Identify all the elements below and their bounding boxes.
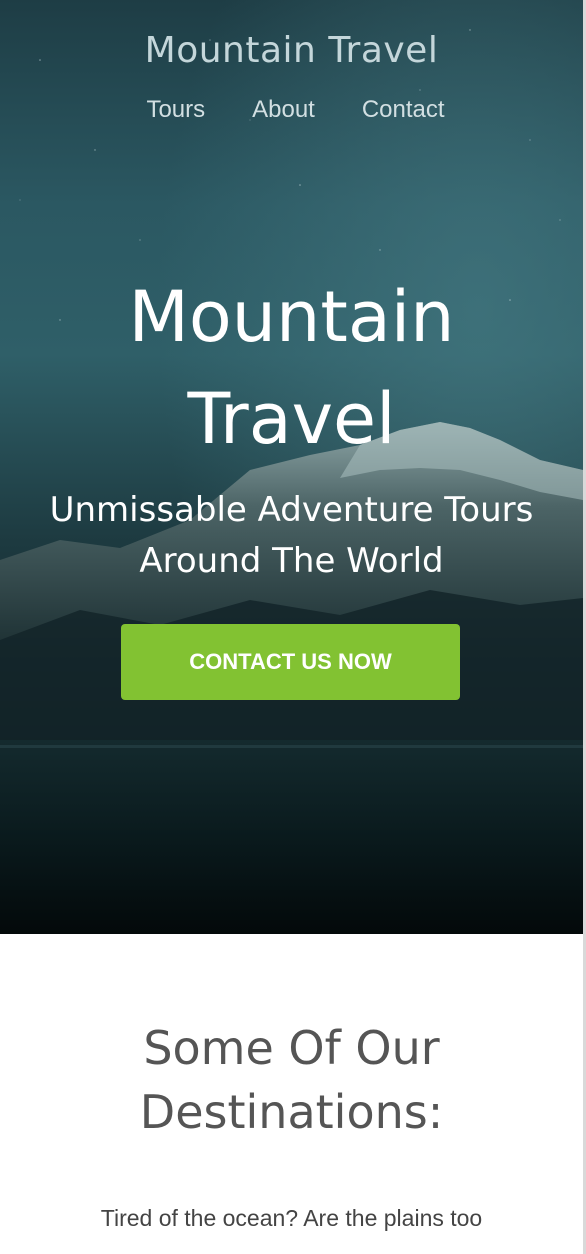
- hero-title-line1: Mountain: [128, 276, 455, 358]
- destinations-heading: Some Of Our Destinations:: [0, 1016, 583, 1144]
- hero-section: Mountain Travel Tours About Contact Moun…: [0, 0, 583, 934]
- hero-subtitle-line2: Around The World: [139, 541, 444, 581]
- contact-us-button[interactable]: CONTACT US NOW: [121, 624, 460, 700]
- destinations-intro-text: Tired of the ocean? Are the plains too: [100, 1205, 483, 1231]
- destinations-heading-line2: Destinations:: [139, 1085, 444, 1139]
- main-nav: Tours About Contact: [0, 96, 583, 124]
- destinations-heading-line1: Some Of Our: [143, 1021, 440, 1075]
- nav-link-contact[interactable]: Contact: [362, 96, 445, 124]
- hero-subtitle: Unmissable Adventure Tours Around The Wor…: [20, 485, 563, 587]
- hero-title-line2: Travel: [187, 378, 396, 460]
- nav-link-tours[interactable]: Tours: [146, 96, 205, 124]
- nav-link-about[interactable]: About: [252, 96, 315, 124]
- page: Mountain Travel Tours About Contact Moun…: [0, 0, 586, 1254]
- hero-title: Mountain Travel: [0, 266, 583, 470]
- site-brand[interactable]: Mountain Travel: [0, 30, 583, 71]
- hero-subtitle-line1: Unmissable Adventure Tours: [49, 490, 534, 530]
